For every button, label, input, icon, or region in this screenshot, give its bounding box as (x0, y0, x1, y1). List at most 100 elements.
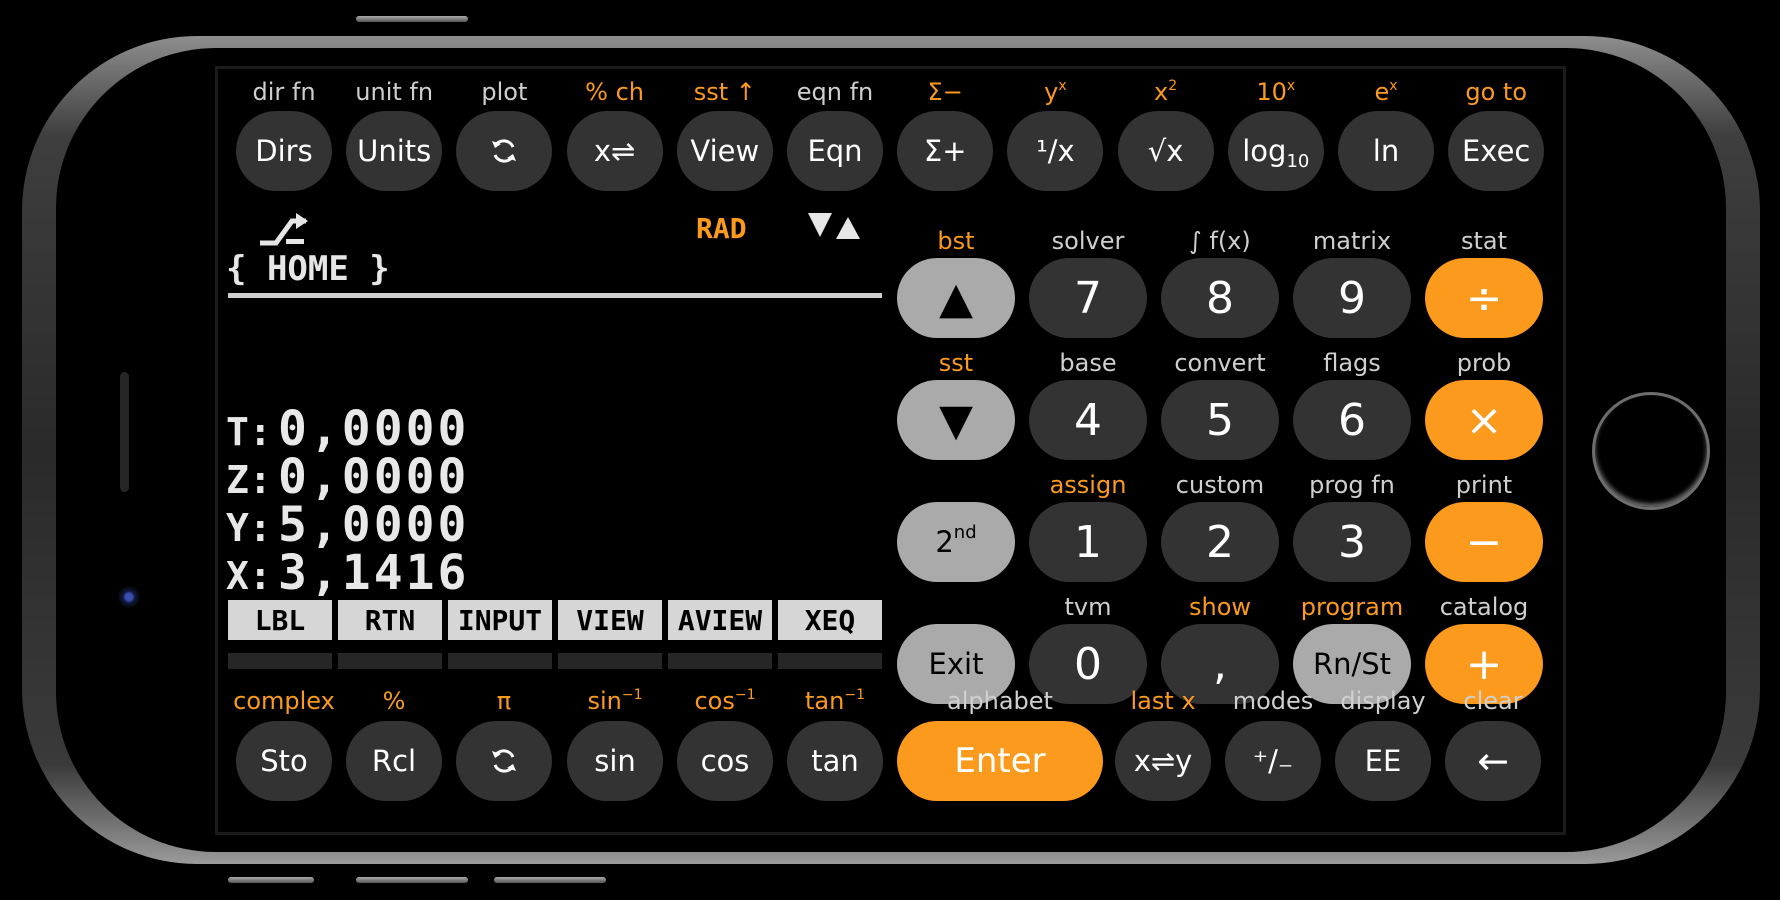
key-label: 9 (1338, 272, 1366, 324)
shift-label-text: e (1374, 78, 1390, 106)
softkey-view[interactable]: VIEW (558, 600, 662, 640)
softkey-input[interactable]: INPUT (448, 600, 552, 640)
key-5[interactable]: 5 (1161, 380, 1279, 460)
softkey-rtn[interactable]: RTN (338, 600, 442, 640)
key-1[interactable]: 1 (1029, 502, 1147, 582)
home-button[interactable] (1592, 392, 1710, 510)
eqn-key[interactable]: Eqn (787, 111, 883, 191)
softkey-xeq[interactable]: XEQ (778, 600, 882, 640)
key-2[interactable]: 2 (1161, 502, 1279, 582)
divide-key[interactable]: ÷ (1425, 258, 1543, 338)
shift-label: π (444, 687, 564, 715)
softkey-indicator-bar (558, 653, 662, 669)
exec-key[interactable]: Exec (1448, 111, 1545, 191)
stack-register-label: X: (226, 554, 272, 598)
shift-label-superscript: x (1389, 78, 1398, 94)
multiply-key[interactable]: × (1425, 380, 1543, 460)
shift-label-text: program (1300, 593, 1404, 621)
shift-label-text: dir fn (252, 78, 316, 106)
shift-label: catalog (1415, 593, 1553, 621)
x-key[interactable]: x⇌ (566, 111, 663, 191)
key-label: 5 (1206, 394, 1234, 446)
header-divider (228, 293, 882, 298)
ln-key[interactable]: ln (1338, 111, 1434, 191)
rcl-key[interactable]: Rcl (346, 721, 442, 801)
x-key[interactable]: ¹/x (1007, 111, 1104, 191)
enter-key[interactable]: Enter (897, 721, 1103, 801)
key-key[interactable]: Σ+ (897, 111, 994, 191)
shift-label: convert (1151, 349, 1289, 377)
softkey-lbl[interactable]: LBL (228, 600, 332, 640)
key-label: √x (1147, 134, 1184, 168)
cos-key[interactable]: cos (677, 721, 773, 801)
key-label: sin (594, 744, 636, 778)
shift-label-text: alphabet (947, 687, 1053, 715)
shift-label: dir fn (224, 78, 344, 106)
key-label: log (1242, 134, 1287, 168)
ee-key[interactable]: EE (1335, 721, 1431, 801)
directory-indicator: { HOME } (226, 249, 390, 289)
shift-label: go to (1436, 78, 1556, 106)
shift-label-text: complex (233, 687, 335, 715)
tan-key[interactable]: tan (787, 721, 883, 801)
shift-label-text: ∫ f(x) (1189, 227, 1251, 255)
subtract-key[interactable]: − (1425, 502, 1543, 582)
shift-label-text: prog fn (1309, 471, 1395, 499)
key-label: 3 (1338, 516, 1366, 568)
shift-label-text: base (1059, 349, 1117, 377)
rotate-arrows-icon-key[interactable] (456, 721, 552, 801)
sto-key[interactable]: Sto (236, 721, 332, 801)
shift-label-text: tan (805, 687, 845, 715)
x-y-key[interactable]: x⇌y (1115, 721, 1211, 801)
shift-label-text: matrix (1312, 227, 1392, 255)
key-8[interactable]: 8 (1161, 258, 1279, 338)
shift-label-superscript: 2 (1168, 78, 1178, 94)
volume-button (356, 16, 468, 22)
down-arrow-key[interactable]: ▼ (897, 380, 1015, 460)
key-3[interactable]: 3 (1293, 502, 1411, 582)
shift-label-text: tvm (1064, 593, 1112, 621)
calculator-screen: dir fn Dirs unit fn Units plot % ch x⇌ sst ↑ Vie… (215, 66, 1566, 835)
key-key[interactable]: ← (1445, 721, 1541, 801)
shift-label: solver (1019, 227, 1157, 255)
key-7[interactable]: 7 (1029, 258, 1147, 338)
key-6[interactable]: 6 (1293, 380, 1411, 460)
key-label: 0 (1074, 638, 1102, 690)
angle-mode-indicator: RAD (696, 212, 747, 245)
shift-label: Σ− (885, 78, 1005, 106)
softkey-aview[interactable]: AVIEW (668, 600, 772, 640)
shift-label: last x (1103, 687, 1223, 715)
shift-label-text: go to (1465, 78, 1527, 106)
side-button (356, 877, 468, 883)
key-label: 8 (1206, 272, 1234, 324)
sin-key[interactable]: sin (567, 721, 663, 801)
softkey-indicator-bar (338, 653, 442, 669)
shift-label-text: π (496, 687, 512, 715)
shift-label: ex (1326, 78, 1446, 106)
shift-label: custom (1151, 471, 1289, 499)
x-key[interactable]: √x (1117, 111, 1214, 191)
key-label: Enter (954, 741, 1046, 781)
key-label: Units (357, 134, 432, 168)
view-key[interactable]: View (676, 111, 773, 191)
units-key[interactable]: Units (346, 111, 443, 191)
key-label-subscript: 10 (1286, 150, 1310, 172)
rotate-arrows-icon-key[interactable] (456, 111, 553, 191)
second-key[interactable]: 2nd (897, 502, 1015, 582)
shift-label-text: custom (1175, 471, 1265, 499)
key-label: Rcl (371, 744, 417, 778)
key-key[interactable]: ⁺/₋ (1225, 721, 1321, 801)
up-arrow-key[interactable]: ▲ (897, 258, 1015, 338)
key-4[interactable]: 4 (1029, 380, 1147, 460)
key-label: Sto (260, 744, 308, 778)
stack-register-label: Y: (226, 506, 272, 550)
shift-label-text: sst ↑ (693, 78, 756, 106)
side-button (494, 877, 606, 883)
log-key[interactable]: log 10 (1227, 111, 1324, 191)
key-label: Dirs (255, 134, 313, 168)
shift-label-text: modes (1232, 687, 1314, 715)
shift-label-text: y (1044, 78, 1059, 106)
key-9[interactable]: 9 (1293, 258, 1411, 338)
dirs-key[interactable]: Dirs (236, 111, 332, 191)
shift-label: % (334, 687, 454, 715)
